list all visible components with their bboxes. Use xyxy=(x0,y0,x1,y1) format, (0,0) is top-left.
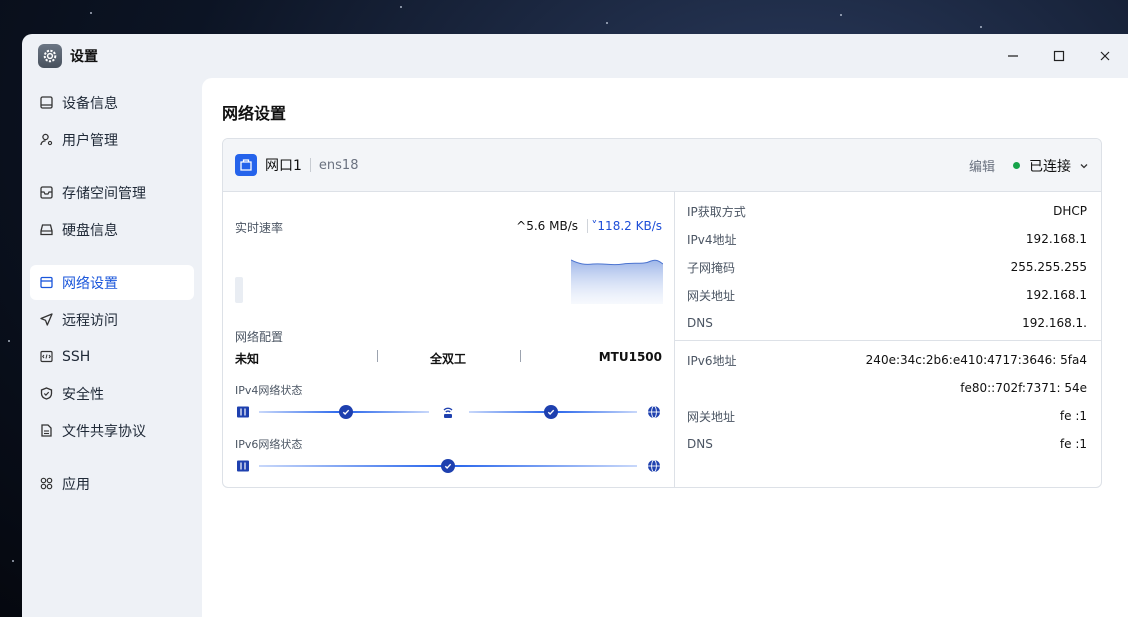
download-speed: ˅118.2 KB/s xyxy=(591,219,662,233)
storage-icon xyxy=(39,186,53,200)
globe-icon xyxy=(647,405,661,419)
check-icon xyxy=(441,459,455,473)
sidebar-item-label: 设备信息 xyxy=(62,95,118,112)
page-title: 网络设置 xyxy=(222,104,287,123)
close-icon xyxy=(1100,51,1110,61)
ipv6-gateway-row: 网关地址 fe :1 xyxy=(687,409,1087,424)
mtu-value: MTU1500 xyxy=(598,350,662,364)
chart-placeholder xyxy=(235,277,243,303)
sidebar-item-device-info[interactable]: 设备信息 xyxy=(30,85,194,120)
user-icon xyxy=(39,133,53,147)
sidebar-item-label: 用户管理 xyxy=(62,132,118,149)
router-icon xyxy=(441,405,455,419)
divider xyxy=(520,350,521,362)
sidebar-item-label: 文件共享协议 xyxy=(62,423,146,440)
ipv6-link-local-row: fe80::702f:7371: 54e xyxy=(960,381,1087,395)
status-dot xyxy=(1013,162,1020,169)
shield-icon xyxy=(39,387,53,401)
sidebar-item-file-share[interactable]: 文件共享协议 xyxy=(30,413,194,448)
chevron-down-icon[interactable] xyxy=(1079,161,1089,171)
globe-icon xyxy=(647,459,661,473)
ipv4-gateway-row: 网关地址 192.168.1 xyxy=(687,288,1087,303)
ipv6-address-row: IPv6地址 240e:34c:2b6:e410:4717:3646: 5fa4 xyxy=(687,353,1087,368)
divider xyxy=(309,158,311,172)
divider xyxy=(377,350,378,362)
interface-name: ens18 xyxy=(318,157,359,173)
speed-sparkline xyxy=(571,259,663,304)
app-title: 设置 xyxy=(70,49,98,65)
sidebar-item-label: 远程访问 xyxy=(62,312,118,329)
net-config-label: 网络配置 xyxy=(235,330,284,344)
link-speed-value: 未知 xyxy=(235,352,260,366)
sidebar-item-remote-access[interactable]: 远程访问 xyxy=(30,302,194,337)
disk-icon xyxy=(39,223,53,237)
edit-button[interactable]: 编辑 xyxy=(969,156,995,175)
device-info-icon xyxy=(39,96,53,110)
ipv6-dns-row: DNS fe :1 xyxy=(687,437,1087,451)
ssh-icon xyxy=(39,350,53,364)
ipv4-status-label: IPv4网络状态 xyxy=(235,384,303,397)
remote-access-icon xyxy=(39,313,53,327)
sidebar-item-label: 安全性 xyxy=(62,386,104,403)
divider xyxy=(675,340,1101,341)
card-header[interactable]: 网口1 ens18 编辑 已连接 xyxy=(223,139,1101,192)
divider xyxy=(587,219,588,233)
sidebar-item-disk[interactable]: 硬盘信息 xyxy=(30,212,194,247)
check-icon xyxy=(339,405,353,419)
maximize-icon xyxy=(1053,50,1065,62)
network-port-card: 网口1 ens18 编辑 已连接 实时速率 ^5.6 MB/s ˅118.2 K… xyxy=(222,138,1102,488)
sidebar-item-users[interactable]: 用户管理 xyxy=(30,122,194,157)
duplex-value: 全双工 xyxy=(430,352,467,366)
main-content: 网络设置 网口1 ens18 编辑 已连接 实时速率 ^5.6 MB/s ˅11… xyxy=(202,78,1128,617)
status-label: 已连接 xyxy=(1029,158,1071,175)
sidebar-item-storage[interactable]: 存储空间管理 xyxy=(30,175,194,210)
network-icon xyxy=(39,276,53,290)
gear-icon xyxy=(38,44,62,68)
sidebar-item-label: 硬盘信息 xyxy=(62,222,118,239)
sidebar-item-ssh[interactable]: SSH xyxy=(30,339,194,374)
sidebar-item-security[interactable]: 安全性 xyxy=(30,376,194,411)
minimize-icon xyxy=(1008,55,1018,57)
ip-method-row: IP获取方式 DHCP xyxy=(687,204,1087,219)
sidebar-item-network[interactable]: 网络设置 xyxy=(30,265,194,300)
device-icon xyxy=(236,405,250,419)
speed-label: 实时速率 xyxy=(235,221,284,235)
ethernet-port-icon xyxy=(235,154,257,176)
minimize-button[interactable] xyxy=(990,34,1036,78)
subnet-mask-row: 子网掩码 255.255.255 xyxy=(687,260,1087,275)
sidebar-item-label: 存储空间管理 xyxy=(62,185,146,202)
status-pane: 实时速率 ^5.6 MB/s ˅118.2 KB/s 网络配置 未知 全双工 M… xyxy=(223,192,675,487)
file-share-icon xyxy=(39,424,53,438)
sidebar-item-apps[interactable]: 应用 xyxy=(30,466,194,501)
sidebar-item-label: 应用 xyxy=(62,476,90,493)
check-icon xyxy=(544,405,558,419)
apps-icon xyxy=(39,477,53,491)
upload-speed: ^5.6 MB/s xyxy=(516,219,578,233)
ipv4-address-row: IPv4地址 192.168.1 xyxy=(687,232,1087,247)
close-button[interactable] xyxy=(1082,34,1128,78)
sidebar: 设备信息 用户管理 存储空间管理 硬盘信息 网络设置 远程访问 SSH 安全性 xyxy=(22,78,202,617)
maximize-button[interactable] xyxy=(1036,34,1082,78)
titlebar: 设置 xyxy=(22,34,1128,78)
sidebar-item-label: SSH xyxy=(62,348,91,365)
port-name: 网口1 xyxy=(265,158,302,174)
device-icon xyxy=(236,459,250,473)
address-pane: IP获取方式 DHCP IPv4地址 192.168.1 子网掩码 255.25… xyxy=(675,192,1101,487)
ipv6-status-label: IPv6网络状态 xyxy=(235,438,303,451)
sidebar-item-label: 网络设置 xyxy=(62,275,118,292)
ipv4-dns-row: DNS 192.168.1. xyxy=(687,316,1087,330)
settings-window: 设置 设备信息 用户管理 存储空间管理 硬盘信息 网络设置 远程访问 SSH 安… xyxy=(22,34,1128,617)
